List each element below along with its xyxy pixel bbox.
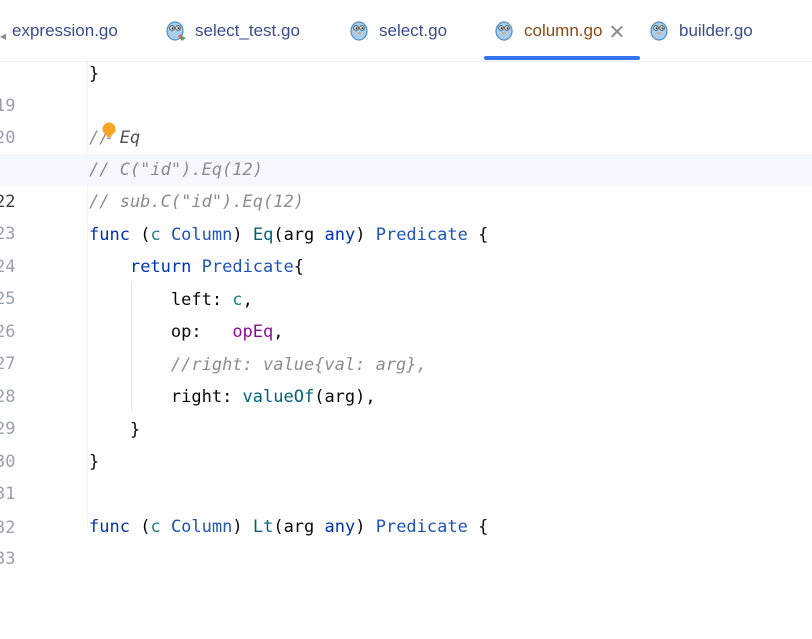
punctuation: (: [129, 225, 151, 245]
editor-tab-bar: ◂ expression.go select_test.go select.go…: [0, 0, 812, 62]
code-line[interactable]: 33 func (c Column) Lt(arg any) Predicate…: [0, 511, 812, 569]
line-number: 33: [0, 549, 16, 569]
punctuation: ): [355, 517, 376, 537]
code-line[interactable]: 28 //right: value{val: arg},: [0, 349, 812, 407]
type-name: Column: [170, 225, 233, 245]
tab-select-go[interactable]: select.go: [348, 0, 447, 61]
tab-label: builder.go: [679, 20, 753, 40]
function-call: valueOf: [242, 387, 315, 407]
comment-text: // sub.C("id").Eq(12): [89, 192, 304, 212]
code-text: }: [89, 64, 100, 84]
punctuation: (arg),: [314, 387, 376, 407]
code-line[interactable]: 30 }: [0, 414, 812, 472]
closing-brace: }: [129, 420, 141, 440]
keyword: func: [89, 225, 130, 245]
punctuation: ,: [242, 290, 253, 310]
lightbulb-icon[interactable]: [101, 122, 117, 142]
go-file-icon: [493, 19, 515, 43]
field-name: op:: [170, 322, 233, 342]
code-text: //right: value{val: arg},: [89, 349, 427, 381]
close-tab-icon[interactable]: [610, 24, 624, 38]
code-line-current[interactable]: 22 // C("id").Eq(12): [0, 154, 812, 212]
field-value: c: [232, 290, 243, 310]
type-keyword: any: [324, 517, 356, 537]
keyword: func: [89, 517, 130, 537]
punctuation: {: [467, 517, 489, 537]
comment-text: // C("id").Eq(12): [89, 160, 263, 180]
return-type: Predicate: [375, 225, 468, 245]
code-editor[interactable]: 19 } 20 21 // Eq 22 // C("id").Eq(12) 23…: [0, 58, 812, 569]
field-name: left:: [170, 290, 233, 310]
go-file-icon: [648, 19, 670, 43]
code-line[interactable]: 19 }: [0, 58, 812, 116]
code-line[interactable]: 31 }: [0, 446, 812, 504]
punctuation: ): [355, 225, 376, 245]
function-name: Lt: [252, 517, 274, 537]
code-line[interactable]: 23 // sub.C("id").Eq(12): [0, 186, 812, 244]
code-line[interactable]: 21 // Eq: [0, 122, 812, 180]
go-file-icon: [348, 19, 370, 43]
type-name: Predicate: [201, 257, 294, 277]
tab-label: column.go: [524, 20, 603, 40]
type-name: Column: [170, 517, 233, 537]
receiver-name: c: [150, 517, 161, 537]
code-text: }: [89, 414, 140, 446]
code-text: left: c,: [89, 284, 253, 316]
doc-comment-word: Eq: [119, 128, 141, 148]
tab-expression-go[interactable]: expression.go: [12, 0, 118, 61]
tab-label: select.go: [379, 20, 448, 40]
indent-guide: [131, 283, 132, 411]
punctuation: ,: [273, 322, 284, 342]
tab-select-test-go[interactable]: select_test.go: [164, 0, 300, 61]
comment-text: //right: value{val: arg},: [170, 355, 427, 375]
code-line[interactable]: 27 op: opEq,: [0, 316, 812, 374]
tab-label: expression.go: [12, 20, 118, 40]
code-text: func (c Column) Lt(arg any) Predicate {: [89, 511, 488, 543]
tab-label: select_test.go: [195, 20, 300, 40]
punctuation: (: [129, 517, 151, 537]
punctuation: {: [467, 225, 489, 245]
receiver-name: c: [150, 225, 161, 245]
code-line[interactable]: 20: [0, 90, 812, 148]
punctuation: {: [293, 257, 304, 277]
code-text: }: [89, 452, 100, 472]
type-keyword: any: [324, 225, 356, 245]
punctuation: ): [232, 517, 253, 537]
field-name: right:: [170, 387, 243, 407]
punctuation: ): [232, 225, 253, 245]
function-name: Eq: [252, 225, 274, 245]
signature: (arg: [273, 225, 325, 245]
code-line[interactable]: 32: [0, 480, 812, 538]
code-line[interactable]: 25 return Predicate{: [0, 251, 812, 309]
code-line[interactable]: 29 right: valueOf(arg),: [0, 381, 812, 439]
go-test-file-icon: [164, 19, 186, 43]
code-text: return Predicate{: [89, 251, 304, 283]
return-type: Predicate: [375, 517, 468, 537]
tab-scroll-left-icon[interactable]: ◂: [0, 29, 6, 43]
tab-builder-go[interactable]: builder.go: [648, 0, 753, 61]
keyword: return: [129, 257, 192, 277]
constant-value: opEq: [232, 322, 274, 342]
code-text: op: opEq,: [89, 316, 284, 348]
code-line[interactable]: 24 func (c Column) Eq(arg any) Predicate…: [0, 219, 812, 277]
code-line[interactable]: 26 left: c,: [0, 284, 812, 342]
code-text: func (c Column) Eq(arg any) Predicate {: [89, 219, 488, 251]
tab-column-go[interactable]: column.go: [493, 0, 624, 61]
signature: (arg: [273, 517, 325, 537]
